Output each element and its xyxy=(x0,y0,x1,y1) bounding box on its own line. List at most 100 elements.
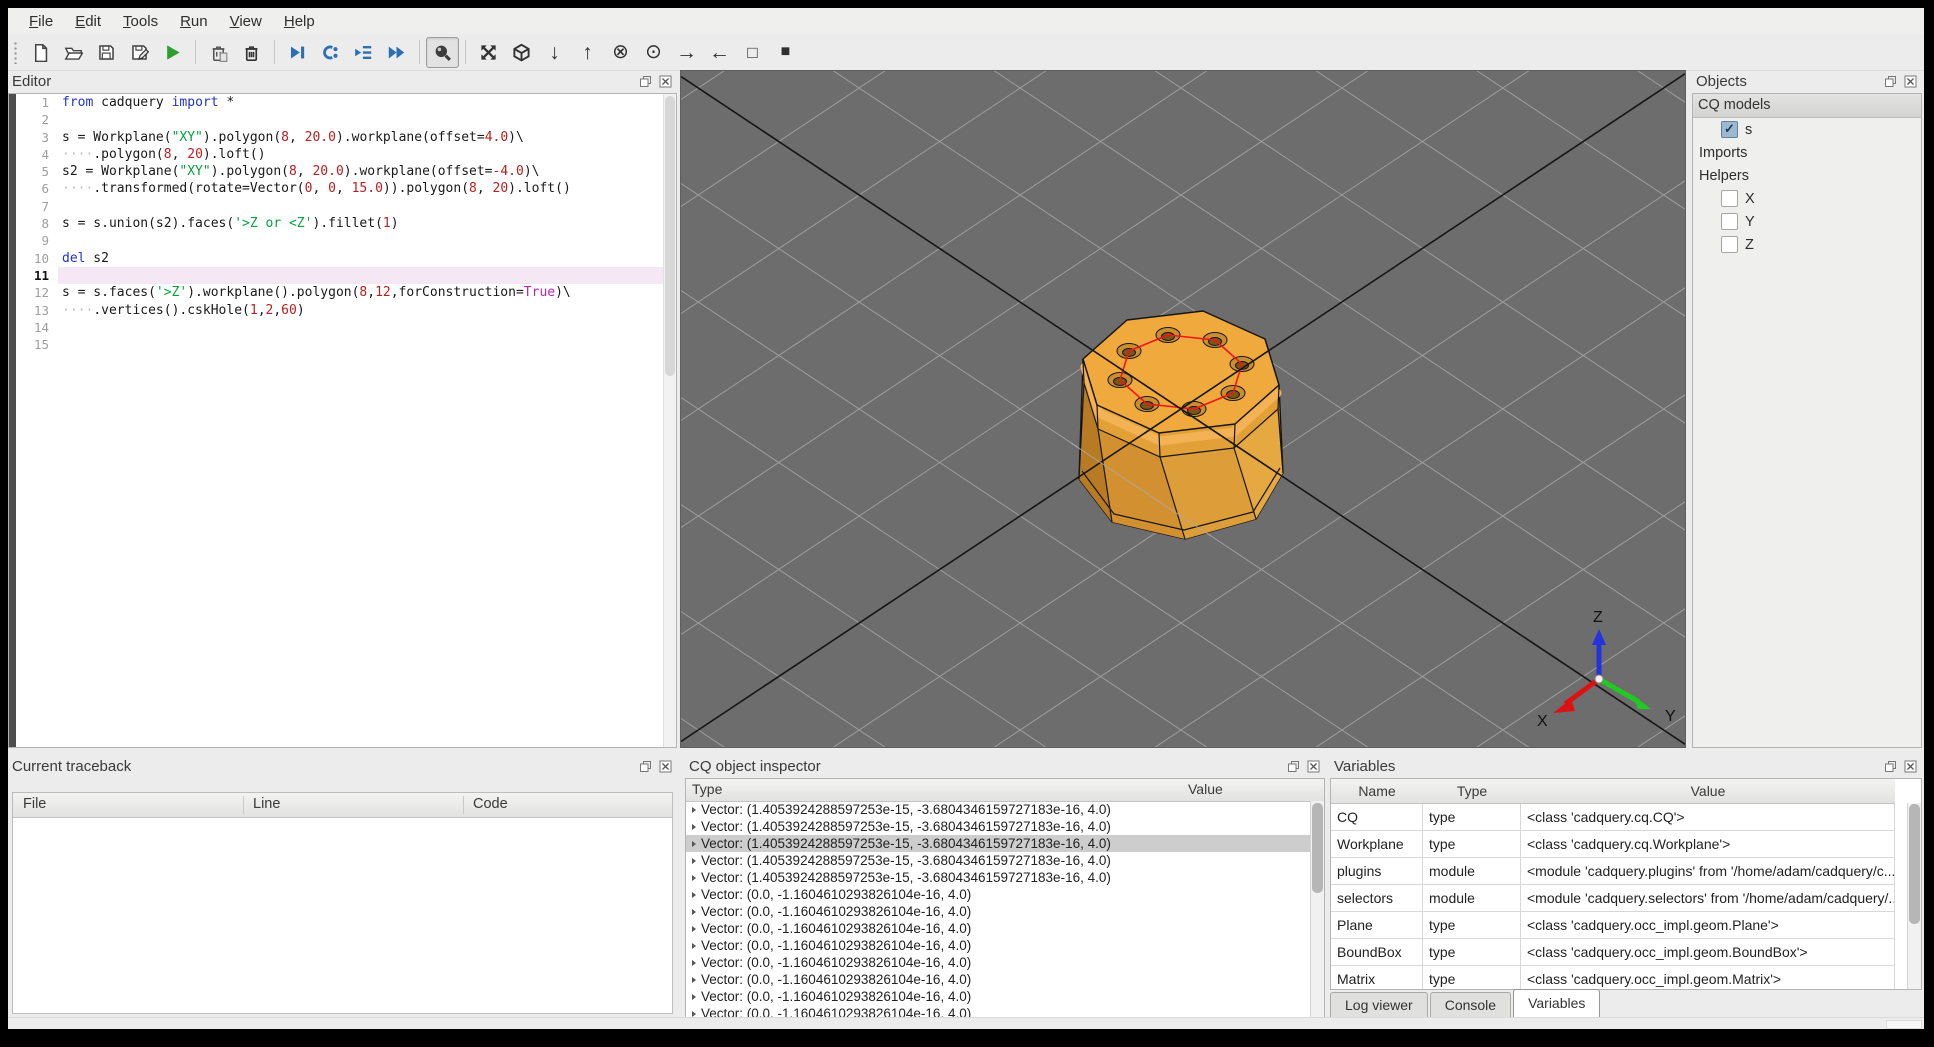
variables-cell[interactable]: CQ xyxy=(1331,804,1423,831)
tree-item-y[interactable]: Y xyxy=(1693,210,1921,233)
menu-edit[interactable]: Edit xyxy=(64,10,112,33)
variables-cell[interactable]: selectors xyxy=(1331,885,1423,912)
inspector-row[interactable]: Vector: (0.0, -1.1604610293826104e-16, 4… xyxy=(686,886,1311,903)
variables-cell[interactable]: Plane xyxy=(1331,912,1423,939)
inspector-row[interactable]: Vector: (1.4053924288597253e-15, -3.6804… xyxy=(686,852,1311,869)
variables-cell[interactable]: <class 'cadquery.occ_impl.geom.Plane'> xyxy=(1521,912,1895,939)
resize-grip[interactable] xyxy=(1886,1020,1922,1029)
new-file-button[interactable] xyxy=(24,37,57,68)
checkbox-s[interactable] xyxy=(1721,121,1738,138)
close-button[interactable] xyxy=(657,73,674,90)
expand-arrow-icon[interactable] xyxy=(692,891,696,898)
render-button[interactable] xyxy=(156,37,189,68)
inspector-row[interactable]: Vector: (0.0, -1.1604610293826104e-16, 4… xyxy=(686,937,1311,954)
variables-cell[interactable]: <class 'cadquery.occ_impl.geom.BoundBox'… xyxy=(1521,939,1895,966)
save-button[interactable] xyxy=(90,37,123,68)
checkbox-x[interactable] xyxy=(1721,190,1738,207)
variables-col-type[interactable]: Type xyxy=(1423,779,1521,804)
tree-item-z[interactable]: Z xyxy=(1693,233,1921,256)
tree-item-s[interactable]: s xyxy=(1693,118,1921,141)
inspector-row[interactable]: Vector: (0.0, -1.1604610293826104e-16, 4… xyxy=(686,903,1311,920)
float-button[interactable] xyxy=(637,758,654,775)
front-view-button[interactable]: ⊗ xyxy=(604,37,637,68)
inspector-row[interactable]: Vector: (0.0, -1.1604610293826104e-16, 4… xyxy=(686,1005,1311,1017)
variables-col-value[interactable]: Value xyxy=(1521,779,1895,804)
inspector-col-value[interactable]: Value xyxy=(1188,781,1223,797)
variables-cell[interactable]: plugins xyxy=(1331,858,1423,885)
save-as-button[interactable] xyxy=(123,37,156,68)
variables-col-name[interactable]: Name xyxy=(1331,779,1423,804)
checkbox-z[interactable] xyxy=(1721,236,1738,253)
inspector-row[interactable]: Vector: (0.0, -1.1604610293826104e-16, 4… xyxy=(686,920,1311,937)
step-button[interactable] xyxy=(314,37,347,68)
right-view-button[interactable]: ← xyxy=(703,37,736,68)
open-file-button[interactable] xyxy=(57,37,90,68)
variables-cell[interactable]: <module 'cadquery.selectors' from '/home… xyxy=(1521,885,1895,912)
variables-cell[interactable]: BoundBox xyxy=(1331,939,1423,966)
tab-variables[interactable]: Variables xyxy=(1513,989,1601,1018)
tree-item-imports[interactable]: Imports xyxy=(1693,141,1921,164)
clear-current-button[interactable] xyxy=(202,37,235,68)
variables-cell[interactable]: Workplane xyxy=(1331,831,1423,858)
traceback-col-line[interactable]: Line xyxy=(253,796,280,812)
bottom-view-button[interactable]: ↑ xyxy=(571,37,604,68)
variables-cell[interactable]: module xyxy=(1423,885,1521,912)
cad-model[interactable] xyxy=(1078,310,1284,540)
variables-cell[interactable]: <class 'cadquery.occ_impl.geom.Matrix'> xyxy=(1521,966,1895,989)
zoom-button[interactable] xyxy=(426,36,459,68)
code-editor[interactable]: 1 from cadquery import * 2 3 s = Workplane("… xyxy=(9,94,676,747)
left-view-button[interactable]: → xyxy=(670,37,703,68)
step-next-button[interactable] xyxy=(347,37,380,68)
inspector-row[interactable]: Vector: (1.4053924288597253e-15, -3.6804… xyxy=(686,818,1311,835)
top-view-button[interactable]: ↓ xyxy=(538,37,571,68)
float-button[interactable] xyxy=(1882,73,1899,90)
inspector-row[interactable]: Vector: (0.0, -1.1604610293826104e-16, 4… xyxy=(686,988,1311,1005)
menu-file[interactable]: File xyxy=(18,10,64,33)
clear-all-button[interactable] xyxy=(235,37,268,68)
inspector-row[interactable]: Vector: (0.0, -1.1604610293826104e-16, 4… xyxy=(686,954,1311,971)
fit-button[interactable] xyxy=(472,37,505,68)
float-button[interactable] xyxy=(1882,758,1899,775)
expand-arrow-icon[interactable] xyxy=(692,993,696,1000)
continue-button[interactable] xyxy=(380,37,413,68)
traceback-col-code[interactable]: Code xyxy=(473,796,508,812)
variables-scrollbar[interactable] xyxy=(1907,803,1921,989)
expand-arrow-icon[interactable] xyxy=(692,874,696,881)
tab-console[interactable]: Console xyxy=(1429,992,1512,1018)
expand-arrow-icon[interactable] xyxy=(692,925,696,932)
3d-viewport[interactable]: X Y Z xyxy=(680,70,1686,748)
inspector-row[interactable]: Vector: (1.4053924288597253e-15, -3.6804… xyxy=(686,869,1311,886)
expand-arrow-icon[interactable] xyxy=(692,840,696,847)
checkbox-y[interactable] xyxy=(1721,213,1738,230)
close-button[interactable] xyxy=(1305,758,1322,775)
variables-cell[interactable]: type xyxy=(1423,831,1521,858)
inspector-row[interactable]: Vector: (1.4053924288597253e-15, -3.6804… xyxy=(686,801,1311,818)
inspector-row[interactable]: Vector: (1.4053924288597253e-15, -3.6804… xyxy=(686,835,1311,852)
variables-cell[interactable]: type xyxy=(1423,804,1521,831)
inspector-scrollbar[interactable] xyxy=(1310,801,1324,1017)
close-button[interactable] xyxy=(1902,73,1919,90)
variables-cell[interactable]: type xyxy=(1423,939,1521,966)
variables-cell[interactable]: <module 'cadquery.plugins' from '/home/a… xyxy=(1521,858,1895,885)
menu-help[interactable]: Help xyxy=(273,10,326,33)
variables-cell[interactable]: <class 'cadquery.cq.CQ'> xyxy=(1521,804,1895,831)
editor-scrollbar[interactable] xyxy=(663,94,676,747)
wireframe-button[interactable]: □ xyxy=(736,37,769,68)
menu-tools[interactable]: Tools xyxy=(112,10,169,33)
variables-cell[interactable]: type xyxy=(1423,912,1521,939)
tab-log-viewer[interactable]: Log viewer xyxy=(1330,992,1428,1018)
traceback-col-file[interactable]: File xyxy=(23,796,46,812)
float-button[interactable] xyxy=(1285,758,1302,775)
back-view-button[interactable]: ⊙ xyxy=(637,37,670,68)
expand-arrow-icon[interactable] xyxy=(692,823,696,830)
float-button[interactable] xyxy=(637,73,654,90)
shaded-button[interactable]: ■ xyxy=(769,37,802,68)
expand-arrow-icon[interactable] xyxy=(692,857,696,864)
toolbar-drag-handle[interactable] xyxy=(12,40,19,64)
tree-item-x[interactable]: X xyxy=(1693,187,1921,210)
expand-arrow-icon[interactable] xyxy=(692,806,696,813)
variables-cell[interactable]: module xyxy=(1423,858,1521,885)
expand-arrow-icon[interactable] xyxy=(692,1010,696,1017)
expand-arrow-icon[interactable] xyxy=(692,976,696,983)
menu-run[interactable]: Run xyxy=(169,10,219,33)
